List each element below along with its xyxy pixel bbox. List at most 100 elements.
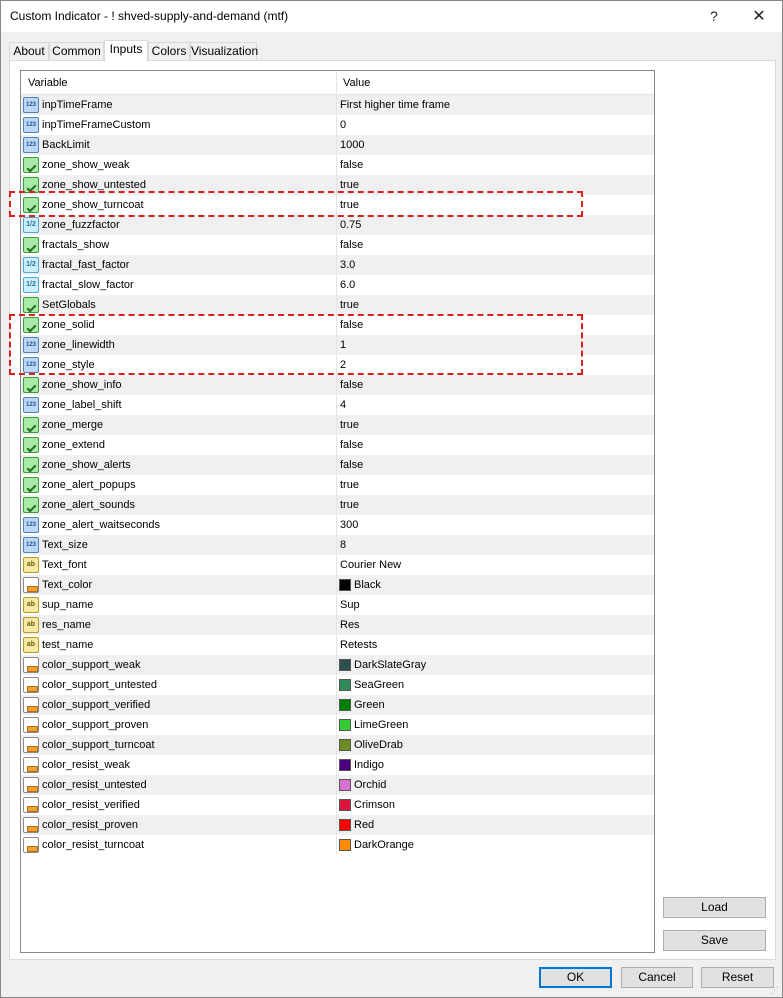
tab-about[interactable]: About <box>9 42 49 61</box>
table-row[interactable]: ab test_name Retests <box>21 635 654 655</box>
table-row[interactable]: 1/2 fractal_slow_factor 6.0 <box>21 275 654 295</box>
table-row[interactable]: 123 zone_alert_waitseconds 300 <box>21 515 654 535</box>
value-cell[interactable]: true <box>337 295 654 315</box>
value-cell[interactable]: Black <box>337 575 654 595</box>
tab-colors[interactable]: Colors <box>148 42 190 61</box>
column-header-value[interactable]: Value <box>337 71 654 95</box>
tab-visualization[interactable]: Visualization <box>190 42 258 61</box>
value-cell[interactable]: true <box>337 195 654 215</box>
tab-inputs[interactable]: Inputs <box>104 40 148 62</box>
table-row[interactable]: 123 Text_size 8 <box>21 535 654 555</box>
table-row[interactable]: ab res_name Res <box>21 615 654 635</box>
value-cell[interactable]: Crimson <box>337 795 654 815</box>
table-row[interactable]: 123 inpTimeFrameCustom 0 <box>21 115 654 135</box>
value-cell[interactable]: DarkOrange <box>337 835 654 855</box>
table-row[interactable]: zone_alert_popups true <box>21 475 654 495</box>
table-row[interactable]: zone_extend false <box>21 435 654 455</box>
value-cell[interactable]: 1 <box>337 335 654 355</box>
value-cell[interactable]: Res <box>337 615 654 635</box>
table-row[interactable]: color_resist_weak Indigo <box>21 755 654 775</box>
table-row[interactable]: color_support_verified Green <box>21 695 654 715</box>
table-row[interactable]: zone_show_alerts false <box>21 455 654 475</box>
value-cell[interactable]: 300 <box>337 515 654 535</box>
value-cell[interactable]: 4 <box>337 395 654 415</box>
column-header-variable[interactable]: Variable <box>21 71 337 95</box>
value-cell[interactable]: First higher time frame <box>337 95 654 115</box>
table-row[interactable]: zone_show_weak false <box>21 155 654 175</box>
table-row[interactable]: color_support_untested SeaGreen <box>21 675 654 695</box>
table-row[interactable]: 1/2 fractal_fast_factor 3.0 <box>21 255 654 275</box>
table-row[interactable]: color_support_proven LimeGreen <box>21 715 654 735</box>
value-cell[interactable]: Red <box>337 815 654 835</box>
value-cell[interactable]: true <box>337 175 654 195</box>
value-cell[interactable]: 6.0 <box>337 275 654 295</box>
value-cell[interactable]: 0 <box>337 115 654 135</box>
value-cell[interactable]: 0.75 <box>337 215 654 235</box>
value-cell[interactable]: SeaGreen <box>337 675 654 695</box>
value-cell[interactable]: DarkSlateGray <box>337 655 654 675</box>
value-cell[interactable]: OliveDrab <box>337 735 654 755</box>
table-row[interactable]: color_resist_verified Crimson <box>21 795 654 815</box>
value-cell[interactable]: Indigo <box>337 755 654 775</box>
table-row[interactable]: color_resist_turncoat DarkOrange <box>21 835 654 855</box>
value-cell[interactable]: true <box>337 495 654 515</box>
variable-value: false <box>340 239 364 251</box>
tab-common[interactable]: Common <box>49 42 104 61</box>
value-cell[interactable]: LimeGreen <box>337 715 654 735</box>
table-row[interactable]: zone_merge true <box>21 415 654 435</box>
value-cell[interactable]: 3.0 <box>337 255 654 275</box>
value-cell[interactable]: false <box>337 155 654 175</box>
value-cell[interactable]: false <box>337 435 654 455</box>
table-row[interactable]: zone_alert_sounds true <box>21 495 654 515</box>
value-cell[interactable]: Orchid <box>337 775 654 795</box>
value-cell[interactable]: false <box>337 235 654 255</box>
value-cell[interactable]: false <box>337 455 654 475</box>
value-cell[interactable]: 8 <box>337 535 654 555</box>
value-cell[interactable]: Courier New <box>337 555 654 575</box>
variable-name: fractal_fast_factor <box>42 259 130 271</box>
value-cell[interactable]: false <box>337 315 654 335</box>
table-row[interactable]: SetGlobals true <box>21 295 654 315</box>
table-row[interactable]: color_resist_untested Orchid <box>21 775 654 795</box>
table-row[interactable]: Text_color Black <box>21 575 654 595</box>
close-icon[interactable]: ✕ <box>736 1 782 32</box>
table-row[interactable]: ab Text_font Courier New <box>21 555 654 575</box>
value-cell[interactable]: Sup <box>337 595 654 615</box>
table-row[interactable]: color_support_turncoat OliveDrab <box>21 735 654 755</box>
value-cell[interactable]: true <box>337 415 654 435</box>
resize-grip-icon[interactable]: ⋰ <box>770 985 780 995</box>
table-row[interactable]: color_resist_proven Red <box>21 815 654 835</box>
variable-value: 300 <box>340 519 359 531</box>
save-button[interactable]: Save <box>663 930 766 951</box>
table-row[interactable]: 123 zone_label_shift 4 <box>21 395 654 415</box>
table-row[interactable]: 123 zone_style 2 <box>21 355 654 375</box>
table-row[interactable]: 123 zone_linewidth 1 <box>21 335 654 355</box>
inputs-grid[interactable]: Variable Value 123 inpTimeFrame First high… <box>20 70 655 953</box>
table-row[interactable]: color_support_weak DarkSlateGray <box>21 655 654 675</box>
value-cell[interactable]: false <box>337 375 654 395</box>
variable-cell: SetGlobals <box>21 295 337 315</box>
variable-name: fractal_slow_factor <box>42 279 134 291</box>
table-row[interactable]: 1/2 zone_fuzzfactor 0.75 <box>21 215 654 235</box>
value-cell[interactable]: 1000 <box>337 135 654 155</box>
cancel-button[interactable]: Cancel <box>621 967 693 988</box>
value-cell[interactable]: 2 <box>337 355 654 375</box>
help-button[interactable]: ? <box>691 1 737 32</box>
value-cell[interactable]: Retests <box>337 635 654 655</box>
ok-button[interactable]: OK <box>539 967 612 988</box>
variable-cell: 123 inpTimeFrame <box>21 95 337 115</box>
variable-value: Orchid <box>354 779 387 791</box>
table-row[interactable]: zone_show_info false <box>21 375 654 395</box>
boolean-type-icon <box>23 377 39 393</box>
table-row[interactable]: 123 inpTimeFrame First higher time frame <box>21 95 654 115</box>
table-row[interactable]: 123 BackLimit 1000 <box>21 135 654 155</box>
load-button[interactable]: Load <box>663 897 766 918</box>
table-row[interactable]: zone_solid false <box>21 315 654 335</box>
reset-button[interactable]: Reset <box>701 967 774 988</box>
value-cell[interactable]: Green <box>337 695 654 715</box>
table-row[interactable]: fractals_show false <box>21 235 654 255</box>
value-cell[interactable]: true <box>337 475 654 495</box>
table-row[interactable]: ab sup_name Sup <box>21 595 654 615</box>
table-row[interactable]: zone_show_untested true <box>21 175 654 195</box>
table-row[interactable]: zone_show_turncoat true <box>21 195 654 215</box>
